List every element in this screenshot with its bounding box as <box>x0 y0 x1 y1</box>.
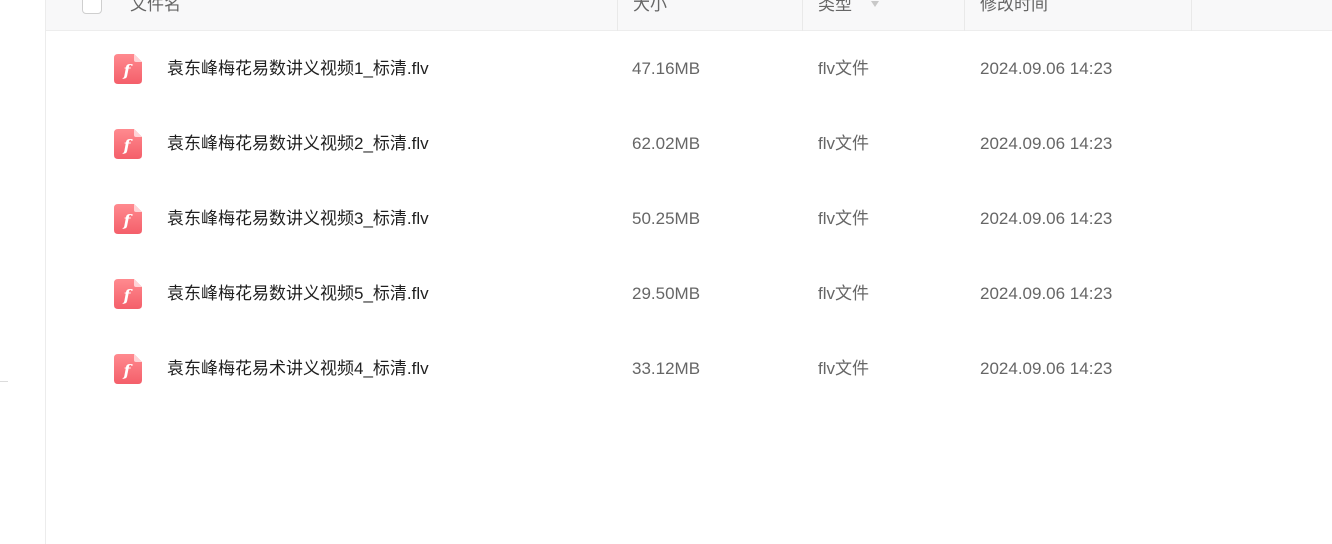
column-header-type-label: 类型 <box>818 0 852 14</box>
flash-file-icon: f <box>114 354 142 384</box>
column-header-modified[interactable]: 修改时间 <box>965 0 1192 31</box>
file-size: 50.25MB <box>632 209 701 228</box>
column-header-size-label: 大小 <box>633 0 667 14</box>
file-row[interactable]: f 袁东峰梅花易数讲义视频1_标清.flv 47.16MB flv文件 2024… <box>46 31 1332 106</box>
file-modified: 2024.09.06 14:23 <box>980 134 1113 153</box>
column-header-modified-label: 修改时间 <box>980 0 1048 14</box>
file-row[interactable]: f 袁东峰梅花易术讲义视频4_标清.flv 33.12MB flv文件 2024… <box>46 331 1332 406</box>
file-modified: 2024.09.06 14:23 <box>980 59 1113 78</box>
file-modified: 2024.09.06 14:23 <box>980 209 1113 228</box>
flash-file-icon: f <box>114 129 142 159</box>
file-name[interactable]: 袁东峰梅花易数讲义视频3_标清.flv <box>167 181 429 256</box>
file-type: flv文件 <box>818 59 869 78</box>
flash-file-icon: f <box>114 204 142 234</box>
column-header-type[interactable]: 类型 <box>803 0 965 31</box>
file-list-panel: 文件名 大小 类型 修改时间 f 袁东峰梅花易数讲义视频1_标清.flv 47.… <box>46 0 1332 544</box>
file-size: 62.02MB <box>632 134 701 153</box>
file-modified: 2024.09.06 14:23 <box>980 284 1113 303</box>
sidebar-divider <box>0 381 8 382</box>
file-row[interactable]: f 袁东峰梅花易数讲义视频2_标清.flv 62.02MB flv文件 2024… <box>46 106 1332 181</box>
column-header-name[interactable]: 文件名 <box>46 0 617 31</box>
flash-file-icon: f <box>114 279 142 309</box>
file-type: flv文件 <box>818 359 869 378</box>
column-header-name-label: 文件名 <box>130 0 181 14</box>
file-row[interactable]: f 袁东峰梅花易数讲义视频3_标清.flv 50.25MB flv文件 2024… <box>46 181 1332 256</box>
column-header-size[interactable]: 大小 <box>617 0 803 31</box>
file-name[interactable]: 袁东峰梅花易术讲义视频4_标清.flv <box>167 331 429 406</box>
file-name[interactable]: 袁东峰梅花易数讲义视频2_标清.flv <box>167 106 429 181</box>
file-modified: 2024.09.06 14:23 <box>980 359 1113 378</box>
sort-down-icon[interactable] <box>871 1 879 7</box>
file-size: 29.50MB <box>632 284 701 303</box>
left-sidebar <box>0 0 46 544</box>
file-name[interactable]: 袁东峰梅花易数讲义视频1_标清.flv <box>167 31 429 106</box>
file-size: 33.12MB <box>632 359 701 378</box>
file-row[interactable]: f 袁东峰梅花易数讲义视频5_标清.flv 29.50MB flv文件 2024… <box>46 256 1332 331</box>
file-type: flv文件 <box>818 209 869 228</box>
file-list-header: 文件名 大小 类型 修改时间 <box>46 0 1332 31</box>
file-type: flv文件 <box>818 284 869 303</box>
flash-file-icon: f <box>114 54 142 84</box>
file-size: 47.16MB <box>632 59 701 78</box>
file-type: flv文件 <box>818 134 869 153</box>
file-name[interactable]: 袁东峰梅花易数讲义视频5_标清.flv <box>167 256 429 331</box>
